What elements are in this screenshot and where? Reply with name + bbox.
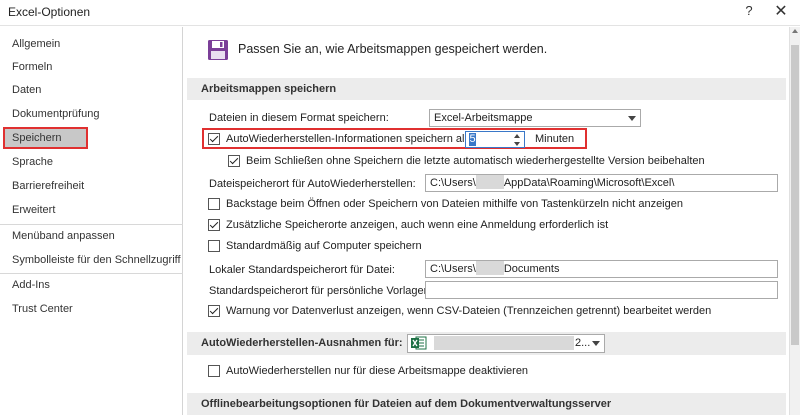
spin-down-icon[interactable]: [514, 142, 520, 146]
sidebar-item-erweitert[interactable]: Erweitert: [3, 199, 178, 221]
format-label: Dateien in diesem Format speichern:: [209, 112, 389, 124]
page-header: Passen Sie an, wie Arbeitsmappen gespeic…: [238, 42, 548, 56]
autorecover-location-input[interactable]: C:\Users\ AppData\Roaming\Microsoft\Excel…: [425, 174, 778, 192]
workbook-dropdown[interactable]: 2...: [407, 334, 605, 353]
personal-templates-input[interactable]: [425, 281, 778, 299]
csv-warning-label: Warnung vor Datenverlust anzeigen, wenn …: [226, 305, 712, 317]
sidebar-item-barrierefreiheit[interactable]: Barrierefreiheit: [3, 175, 178, 197]
autorecover-location-label: Dateispeicherort für AutoWiederherstelle…: [209, 178, 416, 190]
close-button[interactable]: ✕: [772, 1, 790, 21]
chevron-down-icon: [628, 116, 636, 121]
sidebar-item-allgemein[interactable]: Allgemein: [3, 33, 178, 55]
local-default-input[interactable]: C:\Users\ Documents: [425, 260, 778, 278]
path-suffix: AppData\Roaming\Microsoft\Excel\: [503, 177, 675, 189]
section-save-workbooks: Arbeitsmappen speichern: [187, 78, 786, 100]
sidebar-item-speichern[interactable]: Speichern: [3, 127, 88, 149]
scroll-up-icon[interactable]: [792, 29, 798, 33]
help-button[interactable]: ?: [742, 3, 756, 18]
disable-autorecover-label: AutoWiederherstellen nur für diese Arbei…: [226, 365, 529, 377]
window-title: Excel-Optionen: [8, 5, 91, 19]
excel-workbook-icon: [411, 336, 427, 350]
autorecover-label: AutoWiederherstellen-Informationen speic…: [226, 133, 474, 145]
sidebar-item-sprache[interactable]: Sprache: [3, 151, 178, 173]
default-computer-checkbox[interactable]: [208, 240, 220, 252]
path-suffix: Documents: [503, 263, 560, 275]
additional-locations-label: Zusätzliche Speicherorte anzeigen, auch …: [226, 219, 609, 231]
chevron-down-icon: [592, 341, 600, 346]
backstage-checkbox[interactable]: [208, 198, 220, 210]
sidebar-item-formeln[interactable]: Formeln: [3, 56, 178, 78]
local-default-label: Lokaler Standardspeicherort für Datei:: [209, 264, 395, 276]
personal-templates-label: Standardspeicherort für persönliche Vorl…: [209, 285, 433, 297]
format-dropdown[interactable]: Excel-Arbeitsmappe: [429, 109, 641, 127]
backstage-label: Backstage beim Öffnen oder Speichern von…: [226, 198, 683, 210]
disable-autorecover-checkbox[interactable]: [208, 365, 220, 377]
default-computer-label: Standardmäßig auf Computer speichern: [226, 240, 422, 252]
options-sidebar: Allgemein Formeln Daten Dokumentprüfung …: [0, 27, 183, 415]
spin-up-icon[interactable]: [514, 134, 520, 138]
csv-warning-checkbox[interactable]: [208, 305, 220, 317]
sidebar-item-dokumentpruefung[interactable]: Dokumentprüfung: [3, 103, 178, 125]
autorecover-minutes-stepper[interactable]: 5: [465, 131, 525, 148]
sidebar-item-trustcenter[interactable]: Trust Center: [3, 298, 178, 320]
format-value: Excel-Arbeitsmappe: [434, 112, 533, 124]
section-offline-editing: Offlinebearbeitungsoptionen für Dateien …: [187, 393, 786, 415]
save-disk-icon: [208, 40, 228, 60]
additional-locations-checkbox[interactable]: [208, 219, 220, 231]
path-prefix: C:\Users\: [430, 263, 476, 275]
path-prefix: C:\Users\: [430, 177, 476, 189]
workbook-value: 2...: [575, 337, 591, 349]
content-scrollbar[interactable]: [789, 27, 800, 415]
redacted-workbook-name: [434, 336, 574, 350]
sidebar-item-menueband[interactable]: Menüband anpassen: [3, 225, 178, 247]
options-content: Passen Sie an, wie Arbeitsmappen gespeic…: [187, 27, 789, 415]
redacted-username: [475, 175, 504, 189]
autorecover-minutes-value: 5: [469, 133, 476, 146]
autorecover-checkbox[interactable]: [208, 133, 220, 145]
title-bar: Excel-Optionen ? ✕: [0, 0, 800, 26]
minutes-unit: Minuten: [535, 133, 575, 145]
keep-last-version-label: Beim Schließen ohne Speichern die letzte…: [246, 155, 705, 167]
keep-last-version-checkbox[interactable]: [228, 155, 240, 167]
exceptions-title: AutoWiederherstellen-Ausnahmen für:: [201, 337, 403, 349]
sidebar-item-addins[interactable]: Add-Ins: [3, 274, 178, 296]
sidebar-item-daten[interactable]: Daten: [3, 79, 178, 101]
redacted-username: [475, 261, 504, 275]
scroll-thumb[interactable]: [791, 45, 799, 345]
sidebar-item-schnellzugriff[interactable]: Symbolleiste für den Schnellzugriff: [3, 249, 181, 271]
